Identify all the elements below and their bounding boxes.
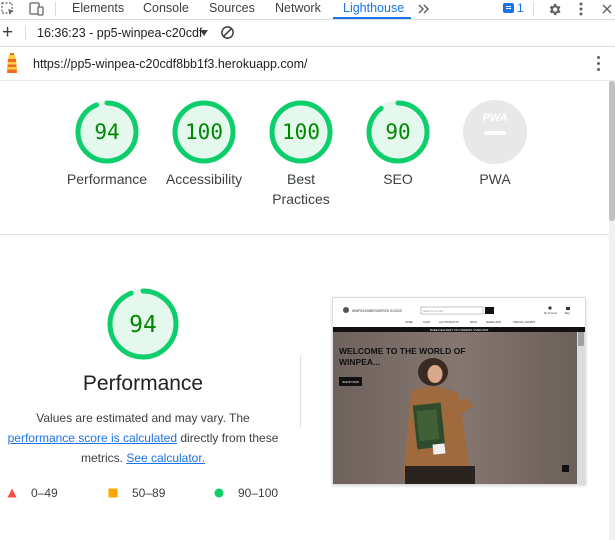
- gauge-label-line2: Practices: [272, 191, 330, 207]
- gauge-label: PWA: [479, 171, 511, 187]
- toolbar-separator: [533, 2, 534, 16]
- site-shop-now-button: SHOP NOW: [342, 380, 359, 384]
- gauge-performance[interactable]: 94 Performance: [52, 99, 162, 189]
- new-report-plus-icon[interactable]: +: [2, 23, 13, 42]
- tab-console[interactable]: Console: [143, 0, 189, 19]
- tab-sources[interactable]: Sources: [209, 0, 255, 19]
- device-toolbar-icon[interactable]: [27, 0, 45, 18]
- site-nav-home: HOME: [405, 320, 413, 324]
- site-hero-line2: WINPEA...: [339, 357, 380, 367]
- gauge-label-line1: Best: [286, 171, 315, 187]
- square-icon: [108, 488, 118, 498]
- gauge-score: 94: [129, 312, 157, 338]
- screenshot-image: WINPEA EMBROIDERED GOODS Search our site…: [333, 298, 585, 484]
- gauge-score: 94: [94, 120, 119, 144]
- tab-elements[interactable]: Elements: [72, 0, 124, 19]
- close-icon[interactable]: [600, 0, 614, 18]
- legend-average: 50–89: [108, 486, 165, 500]
- tab-network[interactable]: Network: [275, 0, 321, 19]
- clear-all-icon[interactable]: [220, 25, 235, 45]
- site-account: My Account: [544, 312, 557, 315]
- section-vertical-divider: [300, 355, 301, 427]
- gauge-score: 100: [282, 120, 320, 144]
- report-select[interactable]: 16:36:23 - pp5-winpea-c20cdf: [37, 26, 202, 40]
- gauge-label: Accessibility: [165, 171, 243, 187]
- gauge-ring: 100: [269, 100, 333, 164]
- gauge-ring: 90: [366, 100, 430, 164]
- legend-pass-range: 90–100: [238, 486, 279, 500]
- gauge-label: SEO: [383, 171, 413, 187]
- final-screenshot[interactable]: WINPEA EMBROIDERED GOODS Search our site…: [332, 297, 586, 485]
- toolbar-separator: [25, 26, 26, 40]
- issues-icon: [503, 3, 514, 13]
- performance-title: Performance: [82, 372, 204, 395]
- section-divider: [0, 234, 610, 235]
- legend-fail-range: 0–49: [31, 486, 58, 500]
- gauge-ring: 94: [75, 100, 139, 164]
- more-tabs-icon[interactable]: [416, 0, 432, 18]
- performance-large-gauge: 94: [104, 288, 182, 365]
- gauge-ring: 100: [172, 100, 236, 164]
- gauge-best-practices[interactable]: 100 Best Practices: [246, 99, 356, 209]
- desc-line1: Values are estimated and may vary. The: [36, 411, 250, 425]
- see-calculator-link[interactable]: See calculator.: [126, 451, 205, 465]
- lighthouse-toolbar: + 16:36:23 - pp5-winpea-c20cdf: [0, 20, 615, 47]
- site-nav-jewellery: JEWELLERY: [486, 320, 502, 324]
- gauge-accessibility[interactable]: 100 Accessibility: [149, 99, 259, 189]
- gauge-label: Best Practices: [246, 169, 356, 209]
- active-tab-indicator: [333, 17, 411, 19]
- gauge-pwa[interactable]: PWA PWA: [440, 99, 550, 189]
- performance-description: Values are estimated and may vary. The p…: [0, 408, 286, 468]
- kebab-menu-icon[interactable]: [576, 0, 586, 18]
- gauge-seo[interactable]: 90 SEO: [343, 99, 453, 189]
- site-nav-bags: BAGS: [470, 320, 477, 324]
- circle-icon: [214, 488, 224, 498]
- legend-pass: 90–100: [214, 486, 278, 500]
- desc-line2-rest: directly from these: [177, 431, 279, 445]
- pwa-badge-icon: PWA: [463, 100, 527, 164]
- gauge-label: Performance: [66, 171, 148, 187]
- toolbar-separator: [55, 2, 56, 16]
- lighthouse-logo-icon: [4, 53, 20, 80]
- report-url-bar: https://pp5-winpea-c20cdf8bb1f3.herokuap…: [0, 47, 615, 81]
- site-search-placeholder: Search our site: [423, 309, 444, 313]
- site-hero-line1: WELCOME TO THE WORLD OF: [339, 346, 465, 356]
- gear-icon[interactable]: [545, 0, 563, 18]
- legend-fail: 0–49: [7, 486, 58, 500]
- desc-line3: metrics.: [80, 451, 127, 465]
- scrollbar-thumb[interactable]: [609, 81, 615, 221]
- site-nav-special-offers: SPECIAL OFFERS: [513, 320, 535, 324]
- site-nav-shop: SHOP: [423, 320, 431, 324]
- inspect-element-icon[interactable]: [0, 0, 16, 18]
- triangle-icon: [7, 488, 17, 498]
- devtools-tab-bar: Elements Console Sources Network Lightho…: [0, 0, 615, 20]
- gauge-ring: 94: [107, 288, 179, 360]
- performance-score-link[interactable]: performance score is calculated: [8, 431, 177, 445]
- site-nav-all-products: ALL PRODUCTS: [439, 320, 459, 324]
- gauge-score: 90: [385, 120, 410, 144]
- issues-count: 1: [517, 1, 524, 15]
- report-url: https://pp5-winpea-c20cdf8bb1f3.herokuap…: [33, 57, 308, 71]
- gauge-score: 100: [185, 120, 223, 144]
- site-brand: WINPEA EMBROIDERED GOODS: [352, 309, 402, 313]
- site-bag: Bag: [565, 312, 570, 315]
- pwa-badge-text: PWA: [482, 112, 507, 124]
- report-menu-icon[interactable]: [597, 56, 600, 74]
- chevron-down-icon[interactable]: [200, 30, 208, 36]
- site-banner: FREE DELIVERY ON ORDERS OVER £50!: [430, 328, 489, 332]
- issues-counter[interactable]: 1: [503, 1, 524, 15]
- legend-average-range: 50–89: [132, 486, 166, 500]
